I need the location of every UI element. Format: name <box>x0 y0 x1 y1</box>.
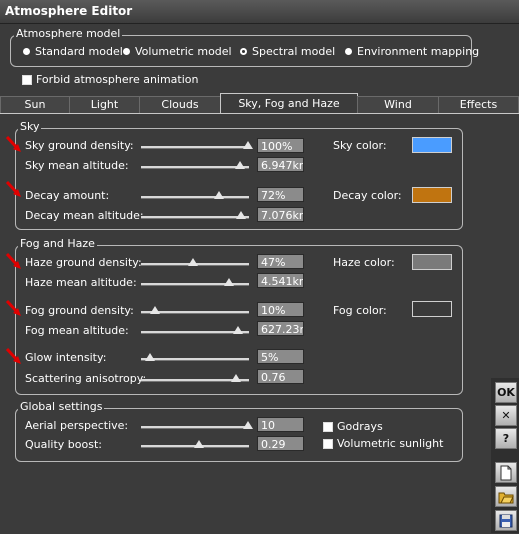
sky-ground-density-label: Sky ground density: <box>25 139 134 152</box>
open-folder-button[interactable] <box>495 486 517 507</box>
radio-spectral-label[interactable]: Spectral model <box>252 45 335 58</box>
decay-amount-field[interactable]: 72% <box>257 187 304 202</box>
tab-baseline <box>0 113 519 114</box>
forbid-animation-label[interactable]: Forbid atmosphere animation <box>36 73 199 86</box>
decay-amount-thumb[interactable] <box>214 191 225 199</box>
scattering-anisotropy-field[interactable]: 0.76 <box>257 369 304 384</box>
aerial-perspective-slider[interactable] <box>141 426 249 429</box>
save-button[interactable] <box>495 510 517 531</box>
fog-mean-altitude-label: Fog mean altitude: <box>25 324 129 337</box>
scattering-anisotropy-label: Scattering anisotropy: <box>25 372 147 385</box>
sky-color-swatch[interactable] <box>412 137 452 153</box>
radio-volumetric-label[interactable]: Volumetric model <box>135 45 232 58</box>
tab-clouds[interactable]: Clouds <box>139 96 221 113</box>
haze-ground-density-field[interactable]: 47% <box>257 254 304 269</box>
fog-color-swatch[interactable] <box>412 301 452 317</box>
global-settings-label: Global settings <box>18 400 105 413</box>
fog-ground-density-label: Fog ground density: <box>25 304 134 317</box>
decay-mean-altitude-label: Decay mean altitude: <box>25 209 144 222</box>
red-arrow-icon <box>5 253 21 269</box>
sky-color-label: Sky color: <box>333 139 387 152</box>
red-arrow-icon <box>5 136 21 152</box>
glow-intensity-field[interactable]: 5% <box>257 349 304 364</box>
quality-boost-field[interactable]: 0.29 <box>257 436 304 451</box>
new-document-button[interactable] <box>495 462 517 483</box>
godrays-checkbox[interactable] <box>323 422 333 432</box>
fog-ground-density-thumb[interactable] <box>150 306 161 314</box>
open-folder-icon <box>498 492 514 504</box>
haze-mean-altitude-field[interactable]: 4.541km <box>257 273 304 288</box>
tab-wind[interactable]: Wind <box>357 96 439 113</box>
forbid-animation-checkbox[interactable] <box>22 75 32 85</box>
sky-mean-altitude-field[interactable]: 6.947km <box>257 157 304 172</box>
radio-environment-label[interactable]: Environment mapping <box>357 45 479 58</box>
atmosphere-model-label: Atmosphere model <box>14 27 123 40</box>
close-button[interactable]: ✕ <box>495 405 517 426</box>
tab-sun[interactable]: Sun <box>0 96 70 113</box>
radio-volumetric-dot[interactable] <box>123 48 130 55</box>
sky-mean-altitude-slider[interactable] <box>141 166 249 169</box>
ok-button[interactable]: OK <box>495 382 517 403</box>
new-document-icon <box>500 465 512 481</box>
decay-color-swatch[interactable] <box>412 187 452 203</box>
fog-haze-group-label: Fog and Haze <box>18 237 97 250</box>
glow-intensity-slider[interactable] <box>141 358 249 361</box>
glow-intensity-label: Glow intensity: <box>25 351 107 364</box>
decay-color-label: Decay color: <box>333 189 402 202</box>
radio-environment-dot[interactable] <box>345 48 352 55</box>
haze-color-swatch[interactable] <box>412 254 452 270</box>
title-bar[interactable]: Atmosphere Editor <box>0 0 519 24</box>
sky-ground-density-thumb[interactable] <box>243 141 253 149</box>
sky-ground-density-field[interactable]: 100% <box>257 138 304 153</box>
global-settings-group <box>15 408 463 462</box>
decay-amount-slider[interactable] <box>141 196 249 199</box>
volumetric-sunlight-label[interactable]: Volumetric sunlight <box>337 437 443 450</box>
scattering-anisotropy-thumb[interactable] <box>230 374 241 382</box>
haze-mean-altitude-thumb[interactable] <box>224 278 235 286</box>
glow-intensity-thumb[interactable] <box>145 353 156 361</box>
aerial-perspective-label: Aerial perspective: <box>25 419 129 432</box>
decay-mean-altitude-slider[interactable] <box>141 216 249 219</box>
haze-mean-altitude-label: Haze mean altitude: <box>25 276 137 289</box>
tab-sky-fog-haze[interactable]: Sky, Fog and Haze <box>220 93 358 114</box>
tab-effects[interactable]: Effects <box>438 96 519 113</box>
help-button[interactable]: ? <box>495 428 517 449</box>
godrays-label[interactable]: Godrays <box>337 420 383 433</box>
haze-color-label: Haze color: <box>333 256 395 269</box>
quality-boost-thumb[interactable] <box>193 440 204 448</box>
tab-light[interactable]: Light <box>69 96 140 113</box>
haze-ground-density-label: Haze ground density: <box>25 256 142 269</box>
radio-standard-dot[interactable] <box>23 48 30 55</box>
fog-ground-density-field[interactable]: 10% <box>257 302 304 317</box>
window-title: Atmosphere Editor <box>5 4 133 18</box>
radio-standard-label[interactable]: Standard model <box>35 45 123 58</box>
haze-ground-density-thumb[interactable] <box>188 258 199 266</box>
fog-mean-altitude-thumb[interactable] <box>232 326 243 334</box>
sky-group-label: Sky <box>18 120 42 133</box>
sky-mean-altitude-thumb[interactable] <box>234 161 245 169</box>
aerial-perspective-thumb[interactable] <box>243 421 253 429</box>
red-arrow-icon <box>5 348 21 364</box>
decay-amount-label: Decay amount: <box>25 189 110 202</box>
sky-mean-altitude-label: Sky mean altitude: <box>25 159 129 172</box>
aerial-perspective-field[interactable]: 10 <box>257 417 304 432</box>
volumetric-sunlight-checkbox[interactable] <box>323 439 333 449</box>
quality-boost-label: Quality boost: <box>25 438 102 451</box>
tab-bar: Sun Light Clouds Sky, Fog and Haze Wind … <box>0 93 519 114</box>
decay-mean-altitude-field[interactable]: 7.076km <box>257 207 304 222</box>
fog-mean-altitude-field[interactable]: 627.23m <box>257 321 304 336</box>
red-arrow-icon <box>5 181 21 197</box>
sky-ground-density-slider[interactable] <box>141 146 249 149</box>
red-arrow-icon <box>5 300 21 316</box>
decay-mean-altitude-thumb[interactable] <box>235 211 246 219</box>
save-disk-icon <box>499 514 513 528</box>
radio-spectral-dot[interactable] <box>240 48 247 55</box>
fog-color-label: Fog color: <box>333 304 387 317</box>
